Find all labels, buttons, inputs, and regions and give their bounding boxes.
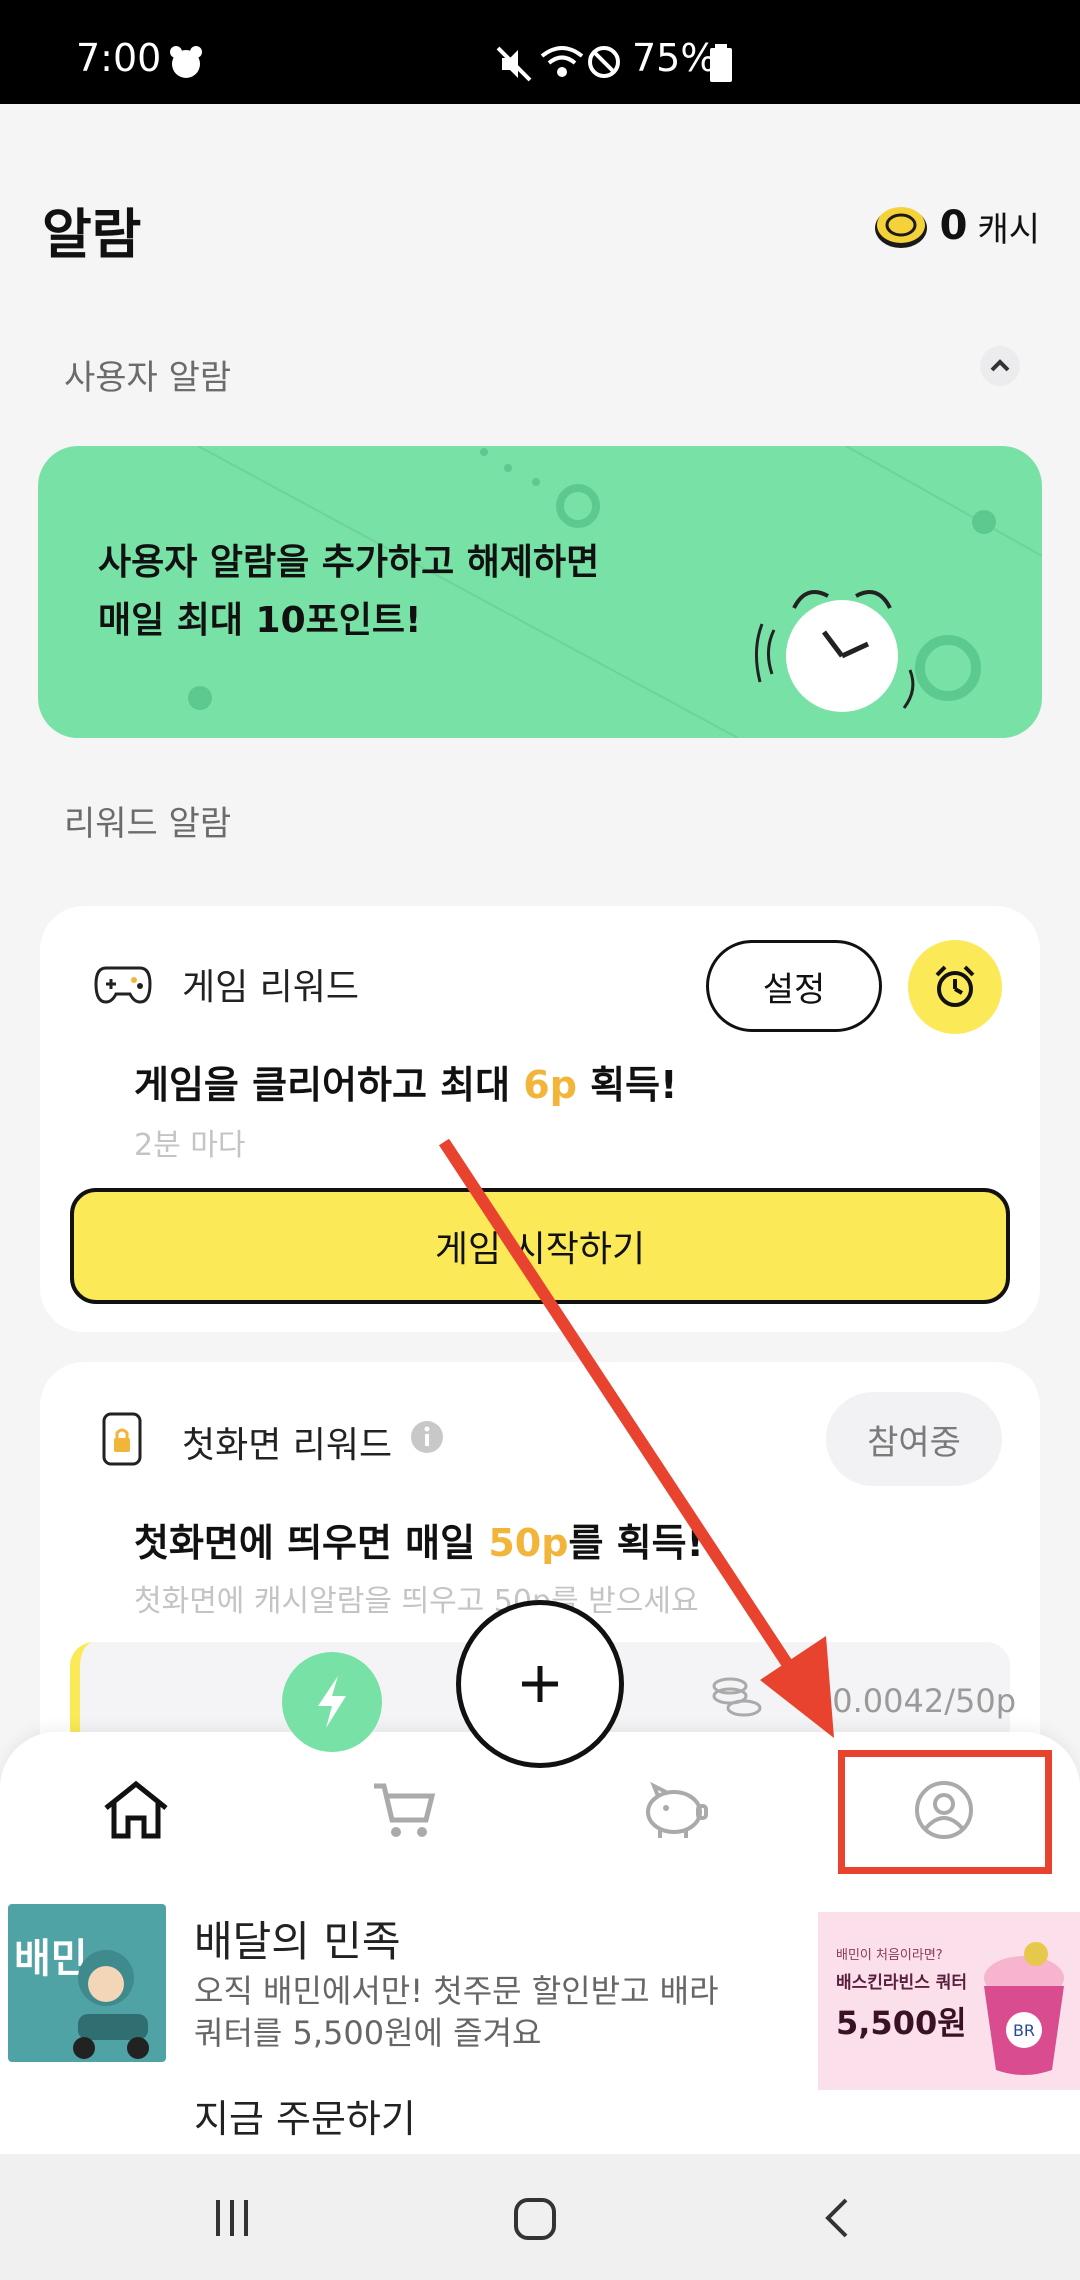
- nav-shop[interactable]: [364, 1770, 444, 1850]
- game-interval: 2분 마다: [134, 1128, 246, 1163]
- coins-icon: [712, 1677, 762, 1717]
- ad-order-now[interactable]: 지금 주문하기: [194, 2088, 416, 2143]
- status-time: 7:00: [76, 36, 162, 80]
- profile-highlight-box: [838, 1750, 1052, 1874]
- recent-apps-icon[interactable]: [212, 2196, 252, 2240]
- user-alarm-label: 사용자 알람: [64, 358, 232, 398]
- cash-balance[interactable]: 0 캐시: [872, 196, 1040, 256]
- piggy-bank-icon: [646, 1781, 708, 1838]
- delivery-rider-icon: [73, 1950, 149, 2059]
- dnd-icon: [588, 46, 620, 78]
- user-alarm-banner[interactable]: 사용자 알람을 추가하고 해제하면 매일 최대 10포인트!: [38, 446, 1042, 738]
- home-icon: [104, 1780, 168, 1839]
- ad-thumbnail[interactable]: 배민: [8, 1904, 166, 2062]
- lockscreen-headline: 첫화면에 띄우면 매일 50p를 획득!: [134, 1521, 704, 1565]
- alarm-clock-icon: [755, 590, 915, 712]
- game-alarm-button[interactable]: [908, 940, 1002, 1034]
- ad-promo-image[interactable]: 배민이 처음이라면? 배스킨라빈스 쿼터 5,500원 BR: [818, 1912, 1080, 2090]
- battery-percent: 75%: [632, 36, 717, 80]
- page-title: 알람: [42, 203, 142, 266]
- lockscreen-points-highlight: 50p: [488, 1521, 569, 1565]
- add-button[interactable]: [456, 1600, 624, 1768]
- phone-lock-icon: [102, 1412, 142, 1466]
- nav-home[interactable]: [96, 1770, 176, 1850]
- participating-badge[interactable]: 참여중: [826, 1392, 1002, 1486]
- coin-icon: [874, 207, 927, 248]
- collapse-chevron-icon[interactable]: [978, 344, 1022, 388]
- bolt-icon: [318, 1676, 346, 1728]
- cash-unit: 캐시: [977, 209, 1040, 250]
- setting-button[interactable]: 설정: [706, 940, 882, 1032]
- ad-promo-price: 5,500원: [836, 2004, 967, 2042]
- ad-promo-small-text: 배민이 처음이라면?: [836, 1948, 943, 1963]
- game-headline: 게임을 클리어하고 최대 6p 획득!: [134, 1063, 678, 1107]
- banner-text: 사용자 알람을 추가하고 해제하면 매일 최대 10포인트!: [98, 542, 600, 641]
- info-icon[interactable]: [410, 1420, 444, 1454]
- home-system-icon[interactable]: [512, 2196, 560, 2244]
- gamepad-icon: [94, 966, 152, 1004]
- ad-title: 배달의 민족: [194, 1917, 401, 1966]
- nav-piggy[interactable]: [634, 1770, 714, 1850]
- bolt-button[interactable]: [282, 1652, 382, 1752]
- game-reward-title: 게임 리워드: [182, 967, 360, 1008]
- wifi-icon: [540, 46, 584, 77]
- back-icon[interactable]: [820, 2196, 856, 2240]
- ice-cream-cup-icon: BR: [984, 1942, 1064, 2075]
- ad-promo-line: 배스킨라빈스 쿼터: [836, 1973, 968, 1993]
- svg-text:BR: BR: [1013, 2021, 1035, 2040]
- lockscreen-description: 첫화면에 캐시알람을 띄우고 50p를 받으세요: [134, 1584, 699, 1619]
- reward-alarm-label: 리워드 알람: [64, 804, 232, 844]
- ad-description: 오직 배민에서만! 첫주문 할인받고 배라 쿼터를 5,500원에 즐겨요: [194, 1972, 719, 2052]
- battery-icon: [710, 44, 732, 82]
- start-game-button[interactable]: 게임 시작하기: [70, 1188, 1010, 1304]
- notification-icon: [170, 46, 202, 78]
- alarm-icon: [935, 965, 975, 1007]
- plus-icon: [522, 1666, 558, 1702]
- mute-icon: [496, 46, 532, 82]
- cash-amount: 0: [939, 203, 968, 249]
- progress-text: 0.0042/50p: [832, 1682, 1016, 1720]
- lockscreen-reward-title: 첫화면 리워드: [182, 1425, 393, 1466]
- cart-icon: [374, 1783, 436, 1837]
- game-points-highlight: 6p: [523, 1063, 577, 1107]
